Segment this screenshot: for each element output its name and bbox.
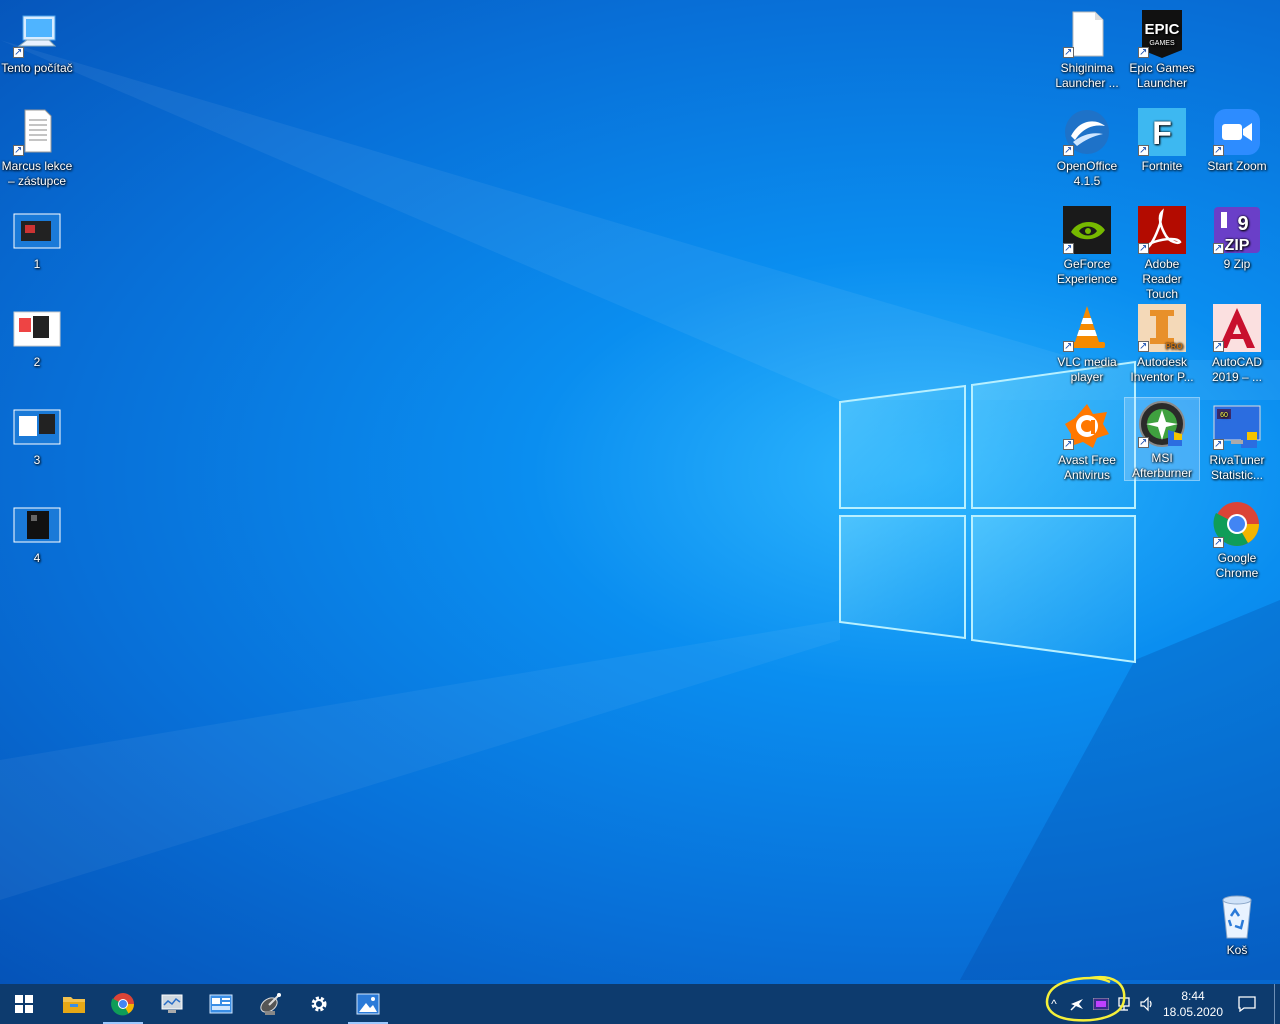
taskbar-file-explorer[interactable]: [50, 984, 98, 1024]
tray-volume[interactable]: [1136, 984, 1158, 1024]
fortnite-icon: F: [1138, 108, 1186, 158]
speaker-icon: [1140, 996, 1152, 1012]
adobe-reader-icon: [1138, 206, 1186, 256]
windows-logo-icon: [15, 995, 33, 1013]
desktop-icon-this-pc[interactable]: Tento počítač: [0, 8, 74, 76]
show-desktop-button[interactable]: [1274, 984, 1280, 1024]
desktop-icon-msi-afterburner[interactable]: MSI Afterburner: [1124, 397, 1200, 481]
desktop-icon-google-chrome[interactable]: Google Chrome: [1200, 498, 1274, 581]
desktop-icon-4[interactable]: 4: [0, 498, 74, 566]
desktop[interactable]: Tento počítač Marcus lekce – zástupce 1 …: [0, 0, 1280, 984]
desktop-icon-openoffice[interactable]: OpenOffice 4.1.5: [1050, 106, 1124, 189]
clock-date: 18.05.2020: [1162, 1005, 1224, 1019]
desktop-icon-start-zoom[interactable]: Start Zoom: [1200, 106, 1274, 174]
chrome-icon: [1213, 500, 1261, 550]
desktop-icon-1[interactable]: 1: [0, 204, 74, 272]
inventor-icon: PRO: [1138, 304, 1186, 354]
svg-text:60: 60: [1220, 412, 1228, 419]
recycle-bin-icon: [1213, 892, 1261, 940]
system-clock[interactable]: 8:44 18.05.2020: [1160, 984, 1226, 1024]
9zip-icon: 9 ZIP: [1213, 206, 1261, 256]
taskbar-app-3[interactable]: [148, 984, 196, 1024]
taskbar-app-4[interactable]: [197, 984, 245, 1024]
gear-icon: [311, 996, 327, 1012]
desktop-icon-fortnite[interactable]: F Fortnite: [1125, 106, 1199, 174]
desktop-icon-marcus-lekce[interactable]: Marcus lekce – zástupce: [0, 106, 74, 189]
svg-text:ZIP: ZIP: [1225, 237, 1250, 254]
zoom-icon: [1213, 108, 1261, 158]
svg-text:9: 9: [1237, 213, 1248, 235]
rivatuner-icon: 60: [1213, 402, 1261, 452]
taskbar-app-5[interactable]: [246, 984, 294, 1024]
start-button[interactable]: [0, 984, 48, 1024]
action-center-button[interactable]: [1232, 984, 1262, 1024]
screenshot-thumbnail-icon: [13, 304, 61, 352]
screenshot-thumbnail-icon: [13, 402, 61, 450]
svg-text:PRO: PRO: [1165, 342, 1182, 351]
taskbar-settings[interactable]: [295, 984, 343, 1024]
satellite-icon: [260, 993, 281, 1015]
annotation-highlight-circle: [1045, 975, 1126, 1022]
computer-icon: [13, 10, 61, 60]
openoffice-icon: [1063, 108, 1111, 158]
screenshot-thumbnail-icon: [13, 206, 61, 254]
taskbar-google-chrome[interactable]: [99, 984, 147, 1024]
taskbar-photos[interactable]: [344, 984, 392, 1024]
desktop-icon-autodesk-inventor[interactable]: PRO Autodesk Inventor P...: [1125, 302, 1199, 385]
desktop-icon-9zip[interactable]: 9ZIP 9 Zip: [1200, 204, 1274, 272]
desktop-icon-autocad[interactable]: AutoCAD 2019 – ...: [1200, 302, 1274, 385]
screenshot-thumbnail-icon: [13, 500, 61, 548]
desktop-icon-geforce[interactable]: GeForce Experience: [1050, 204, 1124, 287]
document-icon: [13, 108, 61, 158]
epic-games-icon: EPIC GAMES: [1138, 10, 1186, 60]
svg-text:F: F: [1152, 115, 1172, 151]
desktop-icon-shiginima[interactable]: Shiginima Launcher ...: [1050, 8, 1124, 91]
control-panel-icon: [209, 994, 233, 1014]
desktop-icon-rivatuner[interactable]: 60 RivaTuner Statistic...: [1200, 400, 1274, 483]
desktop-icon-2[interactable]: 2: [0, 302, 74, 370]
svg-text:GAMES: GAMES: [1149, 40, 1175, 47]
monitor-app-icon: [161, 994, 183, 1013]
svg-text:EPIC: EPIC: [1144, 21, 1179, 38]
vlc-icon: [1063, 304, 1111, 354]
clock-time: 8:44: [1181, 989, 1205, 1003]
desktop-icon-avast[interactable]: Avast Free Antivirus: [1050, 400, 1124, 483]
blank-file-icon: [1063, 10, 1111, 60]
chrome-icon: [111, 993, 134, 1016]
photos-icon: [356, 993, 380, 1015]
avast-icon: [1063, 402, 1111, 452]
desktop-icon-adobe-reader[interactable]: Adobe Reader Touch: [1125, 204, 1199, 302]
notification-icon: [1238, 996, 1256, 1012]
msi-afterburner-icon: [1138, 400, 1186, 450]
desktop-icon-vlc[interactable]: VLC media player: [1050, 302, 1124, 385]
nvidia-icon: [1063, 206, 1111, 256]
autocad-icon: [1213, 304, 1261, 354]
folder-icon: [63, 997, 85, 1013]
desktop-icon-epic-games[interactable]: EPICGAMES Epic Games Launcher: [1125, 8, 1199, 91]
desktop-icon-recycle-bin[interactable]: Koš: [1200, 890, 1274, 958]
desktop-icon-3[interactable]: 3: [0, 400, 74, 468]
